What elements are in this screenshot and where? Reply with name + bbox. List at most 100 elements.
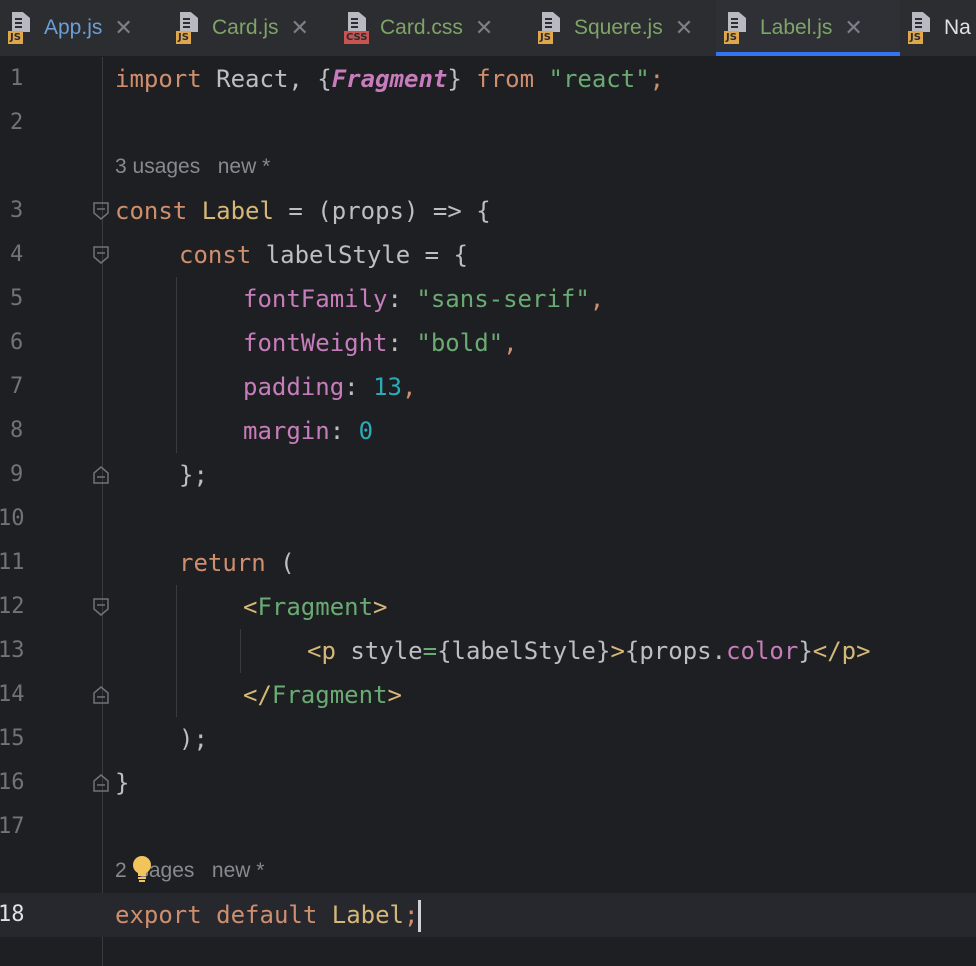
code-line-4: 4 const labelStyle = { bbox=[0, 233, 976, 277]
line-number: 8 bbox=[10, 418, 24, 443]
tag-bracket: < bbox=[243, 593, 258, 621]
close-icon[interactable]: ✕ bbox=[475, 16, 493, 41]
tab-label: Na bbox=[944, 16, 971, 39]
code-text[interactable]: } bbox=[115, 761, 129, 805]
tag-bracket: </ bbox=[243, 681, 272, 709]
inlay-hint-line: 2 sages new * bbox=[0, 849, 976, 893]
usages-hint[interactable]: 3 usages new * bbox=[115, 145, 270, 189]
code-text[interactable]: import React, {Fragment} from "react"; bbox=[115, 57, 664, 101]
property-key: fontFamily bbox=[243, 285, 388, 313]
identifier: Label bbox=[331, 901, 404, 929]
tab-label: Label.js bbox=[760, 16, 833, 39]
close-icon[interactable]: ✕ bbox=[291, 16, 309, 41]
property-key: padding bbox=[243, 373, 345, 401]
close-icon[interactable]: ✕ bbox=[675, 16, 693, 41]
fold-close-icon[interactable] bbox=[93, 686, 109, 704]
code-text[interactable]: </Fragment> bbox=[243, 673, 402, 717]
js-file-icon: JS bbox=[536, 12, 566, 44]
lightbulb-icon[interactable] bbox=[132, 855, 152, 883]
code-text[interactable]: <p style={labelStyle}>{props.color}</p> bbox=[307, 629, 871, 673]
line-number: 1 bbox=[10, 66, 24, 91]
line-number: 6 bbox=[10, 330, 24, 355]
tab-label: Squere.js bbox=[574, 16, 663, 39]
code-line-5: 5 fontFamily: "sans-serif", bbox=[0, 277, 976, 321]
usages-count: 2 bbox=[115, 859, 127, 882]
line-number: 11 bbox=[0, 550, 25, 575]
tag-open: <p bbox=[307, 637, 336, 665]
tag-bracket: > bbox=[373, 593, 388, 621]
keyword: const bbox=[115, 197, 188, 225]
tag-name: Fragment bbox=[257, 593, 374, 621]
code-line-11: 11 return ( bbox=[0, 541, 976, 585]
code-text[interactable]: ); bbox=[179, 717, 208, 761]
code-line-8: 8 margin: 0 bbox=[0, 409, 976, 453]
line-number: 7 bbox=[10, 374, 24, 399]
brace: } bbox=[798, 637, 813, 665]
code-text[interactable]: <Fragment> bbox=[243, 585, 388, 629]
code-text[interactable]: const Label = (props) => { bbox=[115, 189, 491, 233]
tab-squere-js[interactable]: JS Squere.js ✕ bbox=[530, 0, 716, 56]
tab-card-js[interactable]: JS Card.js ✕ bbox=[168, 0, 336, 56]
fold-open-icon[interactable] bbox=[93, 202, 109, 220]
tag-bracket: > bbox=[610, 637, 625, 665]
tab-label-js[interactable]: JS Label.js ✕ bbox=[716, 0, 900, 56]
tag-name: Fragment bbox=[271, 681, 388, 709]
text-cursor bbox=[418, 900, 422, 932]
function-name: Label bbox=[187, 197, 274, 225]
usages-count: 3 usages bbox=[115, 155, 201, 178]
string-literal: "bold" bbox=[416, 329, 504, 357]
code-line-15: 15 ); bbox=[0, 717, 976, 761]
code-text[interactable]: fontWeight: "bold", bbox=[243, 321, 518, 365]
colon: : bbox=[329, 417, 359, 445]
property-access: color bbox=[726, 637, 799, 665]
js-file-icon: JS bbox=[174, 12, 204, 44]
equals: = bbox=[422, 637, 438, 665]
code-line-6: 6 fontWeight: "bold", bbox=[0, 321, 976, 365]
tab-card-css[interactable]: CSS Card.css ✕ bbox=[336, 0, 530, 56]
semicolon: ; bbox=[649, 65, 665, 93]
fold-close-icon[interactable] bbox=[93, 774, 109, 792]
keyword: const bbox=[179, 241, 252, 269]
paren: ( bbox=[265, 549, 295, 577]
identifier: labelStyle = { bbox=[251, 241, 468, 269]
code-text[interactable]: }; bbox=[179, 453, 208, 497]
inlay-hint-line: 3 usages new * bbox=[0, 145, 976, 189]
fold-open-icon[interactable] bbox=[93, 246, 109, 264]
closing-brace: } bbox=[115, 769, 130, 797]
code-text[interactable]: padding: 13, bbox=[243, 365, 416, 409]
line-number: 15 bbox=[0, 726, 25, 751]
css-file-icon: CSS bbox=[342, 12, 372, 44]
code-text[interactable]: fontFamily: "sans-serif", bbox=[243, 277, 604, 321]
arrow-params: = (props) => { bbox=[273, 197, 491, 225]
js-file-icon: JS bbox=[722, 12, 752, 44]
comma: , bbox=[401, 373, 417, 401]
brace: } bbox=[447, 65, 462, 93]
line-number: 10 bbox=[0, 506, 25, 531]
close-icon[interactable]: ✕ bbox=[114, 16, 132, 41]
line-number: 13 bbox=[0, 638, 25, 663]
code-editor[interactable]: 1 import React, {Fragment} from "react";… bbox=[0, 57, 976, 966]
line-number: 4 bbox=[10, 242, 24, 267]
code-line-10: 10 bbox=[0, 497, 976, 541]
close-icon[interactable]: ✕ bbox=[844, 16, 862, 41]
tab-label: Card.css bbox=[380, 16, 463, 39]
fold-open-icon[interactable] bbox=[93, 598, 109, 616]
code-line-13: 13 <p style={labelStyle}>{props.color}</… bbox=[0, 629, 976, 673]
code-text[interactable]: const labelStyle = { bbox=[179, 233, 468, 277]
keyword: return bbox=[179, 549, 266, 577]
js-file-icon: JS bbox=[906, 12, 936, 44]
fold-close-icon[interactable] bbox=[93, 466, 109, 484]
tab-app-js[interactable]: JS App.js ✕ bbox=[0, 0, 168, 56]
colon: : bbox=[387, 285, 417, 313]
code-line-2: 2 bbox=[0, 101, 976, 145]
line-number: 3 bbox=[10, 198, 24, 223]
brace: { bbox=[317, 65, 332, 93]
tag-close: </p> bbox=[812, 637, 871, 665]
tab-na[interactable]: JS Na bbox=[900, 0, 976, 56]
tab-label: App.js bbox=[44, 16, 103, 39]
code-text[interactable]: export default Label; bbox=[115, 893, 422, 937]
code-text[interactable]: return ( bbox=[179, 541, 295, 585]
code-text[interactable]: margin: 0 bbox=[243, 409, 373, 453]
tab-label: Card.js bbox=[212, 16, 279, 39]
identifier: React, bbox=[201, 65, 318, 93]
